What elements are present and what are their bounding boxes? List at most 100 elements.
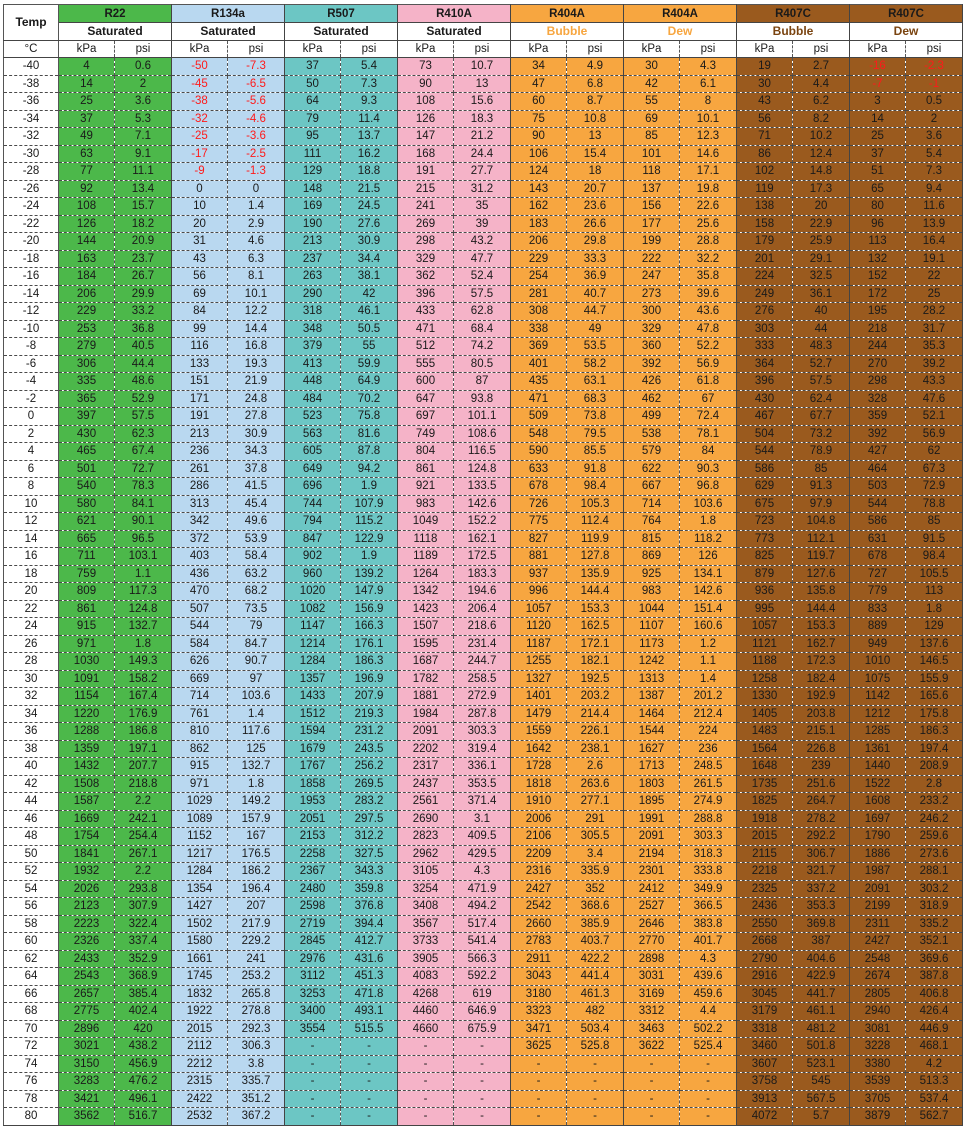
psi-cell: 207 (227, 897, 285, 916)
psi-cell: 144.4 (566, 582, 624, 601)
temp-cell: 42 (3, 775, 59, 793)
kpa-cell: 213 (171, 425, 228, 443)
psi-cell: 233.2 (905, 792, 963, 811)
psi-cell: 98.4 (566, 477, 624, 496)
kpa-cell: 156 (623, 197, 680, 216)
kpa-cell: 3180 (510, 985, 567, 1003)
kpa-cell: 1648 (736, 757, 793, 776)
psi-cell: 349.9 (679, 880, 737, 898)
psi-cell: 1.1 (114, 565, 172, 583)
kpa-cell: 430 (736, 390, 793, 408)
psi-cell: - (566, 1107, 624, 1126)
psi-cell: 58.4 (227, 547, 285, 566)
kpa-cell: - (510, 1107, 567, 1126)
kpa-cell: 300 (623, 302, 680, 321)
psi-cell: 27.6 (340, 215, 398, 233)
kpa-cell: 92 (58, 180, 115, 198)
psi-cell: 3.6 (114, 92, 172, 111)
kpa-cell: 2845 (284, 932, 341, 951)
psi-cell: 318.9 (905, 897, 963, 916)
psi-cell: 12.3 (679, 127, 737, 146)
psi-cell: 18 (566, 162, 624, 181)
kpa-cell: 199 (623, 232, 680, 251)
psi-cell: 6.1 (679, 75, 737, 93)
kpa-cell: 3400 (284, 1002, 341, 1021)
psi-cell: 176.9 (114, 705, 172, 723)
psi-cell: 186.3 (340, 652, 398, 671)
kpa-cell: 3031 (623, 967, 680, 986)
psi-cell: 162.7 (792, 635, 850, 653)
kpa-cell: 2896 (58, 1020, 115, 1038)
psi-cell: 63.2 (227, 565, 285, 583)
psi-cell: 119.9 (566, 530, 624, 548)
kpa-cell: 678 (510, 477, 567, 496)
kpa-cell: 213 (284, 232, 341, 251)
kpa-cell: 124 (510, 162, 567, 181)
table-row: -32 49 7.1 -25 -3.6 95 13.7 147 21.2 90 13 85 12.3 71… (3, 127, 963, 146)
kpa-cell: 1832 (171, 985, 228, 1003)
temp-cell: 62 (3, 950, 59, 968)
table-row: 66 2657 385.4 1832 265.8 3253 471.8 4268 619 3180… (3, 985, 963, 1003)
psi-cell: 172.1 (566, 635, 624, 653)
kpa-cell: 1401 (510, 687, 567, 706)
psi-cell: 203.8 (792, 705, 850, 723)
kpa-cell: 10 (171, 197, 228, 216)
kpa-cell: 338 (510, 320, 567, 338)
psi-cell: 52.9 (114, 390, 172, 408)
psi-cell: 39.6 (679, 285, 737, 303)
temp-cell: 22 (3, 600, 59, 618)
psi-cell: 303.3 (679, 827, 737, 846)
psi-cell: 231.2 (340, 722, 398, 741)
table-row: 14 665 96.5 372 53.9 847 122.9 1118 162.1 827 119.… (3, 530, 963, 548)
psi-cell: 44.7 (566, 302, 624, 321)
psi-cell: 1.4 (227, 705, 285, 723)
psi-cell: 57.5 (114, 407, 172, 426)
psi-cell: 90.7 (227, 652, 285, 671)
kpa-cell: 253 (58, 320, 115, 338)
kpa-cell: 261 (171, 460, 228, 478)
psi-cell: 101.1 (453, 407, 511, 426)
kpa-cell: 435 (510, 372, 567, 391)
kpa-cell: 80 (849, 197, 906, 216)
psi-cell: 409.5 (453, 827, 511, 846)
kpa-cell: 3562 (58, 1107, 115, 1126)
psi-cell: 212.4 (679, 705, 737, 723)
psi-cell: 494.2 (453, 897, 511, 916)
psi-cell: 482 (566, 1002, 624, 1021)
psi-cell: 116.5 (453, 442, 511, 461)
temp-cell: 58 (3, 915, 59, 933)
kpa-cell: 364 (736, 355, 793, 373)
kpa-cell: 548 (510, 425, 567, 443)
kpa-cell: 1354 (171, 880, 228, 898)
unit-kpa: kPa (397, 40, 454, 58)
kpa-cell: 2561 (397, 792, 454, 811)
kpa-cell: 678 (849, 547, 906, 566)
psi-cell: 49 (566, 320, 624, 338)
temp-cell: -40 (3, 57, 59, 76)
kpa-cell: 1679 (284, 740, 341, 758)
kpa-cell: 55 (623, 92, 680, 111)
kpa-cell: 504 (736, 425, 793, 443)
psi-cell: 93.8 (453, 390, 511, 408)
kpa-cell: 77 (58, 162, 115, 181)
psi-cell: 1.1 (679, 652, 737, 671)
psi-cell: 269.5 (340, 775, 398, 793)
table-row: 2 430 62.3 213 30.9 563 81.6 749 108.6 548 79.5 538… (3, 425, 963, 443)
kpa-cell: 4460 (397, 1002, 454, 1021)
kpa-cell: 2911 (510, 950, 567, 968)
kpa-cell: 471 (397, 320, 454, 338)
kpa-cell: 1120 (510, 617, 567, 636)
kpa-cell: 2311 (849, 915, 906, 933)
psi-cell: 25.9 (792, 232, 850, 251)
kpa-cell: - (397, 1090, 454, 1108)
temp-cell: 26 (3, 635, 59, 653)
temp-cell: -26 (3, 180, 59, 198)
psi-cell: 19.1 (905, 250, 963, 268)
kpa-cell: 544 (736, 442, 793, 461)
psi-cell: 25 (905, 285, 963, 303)
kpa-cell: 1057 (736, 617, 793, 636)
psi-cell: - (340, 1037, 398, 1056)
table-row: 48 1754 254.4 1152 167 2153 312.2 2823 409.5 2106… (3, 827, 963, 846)
temp-cell: 38 (3, 740, 59, 758)
kpa-cell: 509 (510, 407, 567, 426)
